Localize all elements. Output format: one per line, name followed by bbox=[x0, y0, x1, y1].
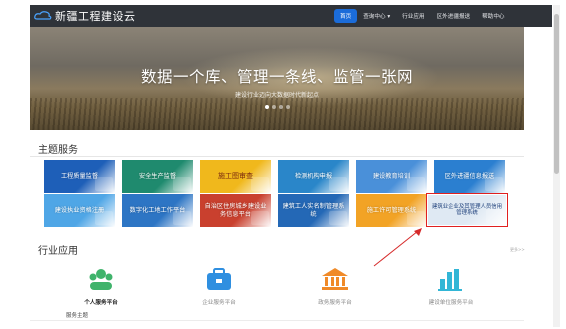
industry-more-link[interactable]: 更多>> bbox=[510, 247, 525, 253]
carousel-dot[interactable] bbox=[278, 105, 283, 109]
service-tile-label: 安全生产监督 bbox=[138, 172, 177, 180]
service-tile[interactable]: 施工图审查 bbox=[200, 160, 271, 193]
top-navigation-bar: 新疆工程建设云 首页 查询中心 ▾ 行业应用 区外进疆报送 帮助中心 bbox=[30, 5, 552, 27]
app-construction-unit-service[interactable]: 建设单位服务平台 bbox=[406, 266, 496, 306]
app-label: 建设单位服务平台 bbox=[428, 300, 474, 306]
app-government-service[interactable]: 政务服务平台 bbox=[290, 266, 380, 306]
banner-subtitle: 建设行业迈向大数据时代新起点 bbox=[234, 92, 319, 99]
service-topic-label: 服务主题 bbox=[66, 313, 89, 319]
government-icon bbox=[320, 266, 350, 292]
service-tile-label: 施工图审查 bbox=[218, 172, 253, 181]
app-personal-service[interactable]: 个人服务平台 bbox=[56, 266, 146, 306]
site-logo-text: 新疆工程建设云 bbox=[55, 10, 136, 23]
service-tile[interactable]: 工程质量监督 bbox=[44, 160, 115, 193]
banner-title: 数据一个库、管理一条线、监管一张网 bbox=[140, 68, 413, 86]
industry-heading: 行业应用 bbox=[38, 246, 78, 257]
service-tile[interactable]: 施工许可管理系统 bbox=[356, 194, 427, 227]
service-tile[interactable]: 检测机构申报 bbox=[278, 160, 349, 193]
main-nav: 首页 查询中心 ▾ 行业应用 区外进疆报送 帮助中心 bbox=[334, 5, 511, 27]
app-label: 政务服务平台 bbox=[318, 300, 352, 306]
carousel-dots bbox=[30, 105, 524, 109]
service-tile-label: 建设执业资格注册 bbox=[54, 206, 105, 214]
nav-out-of-region-report[interactable]: 区外进疆报送 bbox=[431, 12, 477, 20]
carousel-dot[interactable] bbox=[271, 105, 276, 109]
nav-industry-apps[interactable]: 行业应用 bbox=[396, 12, 430, 20]
services-heading: 主题服务 bbox=[38, 145, 78, 156]
building-chart-icon bbox=[436, 266, 466, 292]
annotation-arrow-icon bbox=[373, 228, 422, 267]
cloud-logo-icon bbox=[34, 11, 52, 21]
hero-banner[interactable]: 数据一个库、管理一条线、监管一张网 建设行业迈向大数据时代新起点 bbox=[30, 27, 524, 130]
service-tile-label: 检测机构申报 bbox=[294, 172, 333, 180]
service-tile[interactable]: 安全生产监督 bbox=[122, 160, 193, 193]
service-tile-label: 建设教育培训 bbox=[372, 172, 411, 180]
service-tile[interactable]: 自治区住房城乡建设业务信息平台 bbox=[200, 194, 271, 227]
scrollbar-thumb[interactable] bbox=[554, 14, 559, 174]
app-label: 个人服务平台 bbox=[84, 300, 118, 306]
service-tile-label: 自治区住房城乡建设业务信息平台 bbox=[204, 203, 267, 218]
app-enterprise-service[interactable]: 企业服务平台 bbox=[174, 266, 264, 306]
service-tile[interactable]: 建筑工人实名制管理系统 bbox=[278, 194, 349, 227]
service-tile[interactable]: 建设教育培训 bbox=[356, 160, 427, 193]
app-label: 企业服务平台 bbox=[202, 300, 236, 306]
enterprise-icon bbox=[204, 266, 234, 292]
service-tile-label: 施工许可管理系统 bbox=[366, 206, 417, 214]
service-tile-label: 建筑业企业及其管理人员信用管理系统 bbox=[431, 203, 503, 216]
service-tile[interactable]: 区外进疆信息报送 bbox=[434, 160, 505, 193]
services-divider bbox=[30, 156, 524, 157]
carousel-dot[interactable] bbox=[285, 105, 290, 109]
service-tile[interactable]: 建设执业资格注册 bbox=[44, 194, 115, 227]
carousel-dot[interactable] bbox=[264, 105, 269, 109]
site-logo[interactable]: 新疆工程建设云 bbox=[34, 8, 136, 24]
service-tile-label: 区外进疆信息报送 bbox=[444, 172, 495, 180]
nav-help-center[interactable]: 帮助中心 bbox=[476, 12, 510, 20]
service-tile-label: 建筑工人实名制管理系统 bbox=[282, 203, 345, 218]
people-icon bbox=[86, 266, 116, 292]
nav-query-center[interactable]: 查询中心 ▾ bbox=[357, 12, 396, 20]
bottom-divider bbox=[30, 320, 524, 321]
nav-home[interactable]: 首页 bbox=[334, 9, 358, 23]
service-tile-label: 数字化工地工作平台 bbox=[129, 206, 186, 214]
service-tile[interactable]: 数字化工地工作平台 bbox=[122, 194, 193, 227]
service-tile-label: 工程质量监督 bbox=[60, 172, 99, 180]
banner-field bbox=[30, 98, 524, 130]
